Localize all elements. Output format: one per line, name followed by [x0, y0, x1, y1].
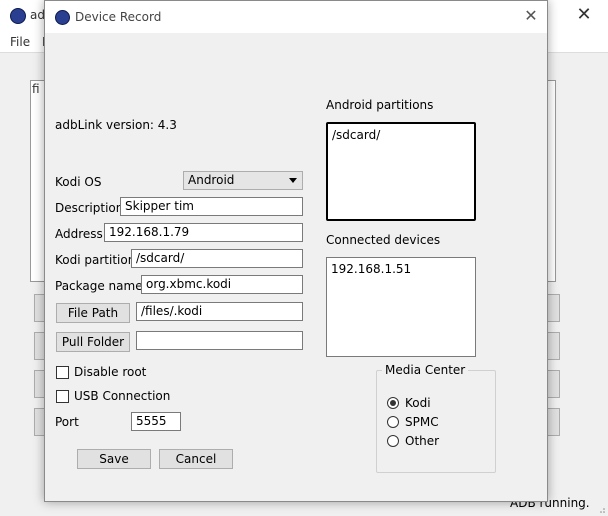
kodi-partition-field[interactable]: /sdcard/ [131, 249, 303, 268]
save-button[interactable]: Save [77, 449, 151, 469]
dialog-app-icon [55, 10, 70, 25]
file-path-field[interactable]: /files/.kodi [136, 302, 303, 321]
dialog-close-icon[interactable]: ✕ [521, 6, 541, 26]
description-label: Description [55, 201, 124, 215]
pull-folder-field[interactable] [136, 331, 303, 350]
menu-file[interactable]: File [10, 35, 30, 49]
dialog-title: Device Record [75, 10, 162, 24]
list-item[interactable]: /sdcard/ [332, 127, 470, 143]
media-center-option-spmc: SPMC [405, 415, 439, 429]
address-field[interactable]: 192.168.1.79 [104, 223, 303, 242]
pull-folder-button[interactable]: Pull Folder [56, 332, 130, 352]
usb-connection-label: USB Connection [74, 389, 171, 403]
android-partitions-list[interactable]: /sdcard/ [326, 122, 476, 221]
kodi-os-value: Android [188, 173, 235, 187]
media-center-option-other: Other [405, 434, 440, 448]
connected-devices-list[interactable]: 192.168.1.51 [326, 257, 476, 357]
connected-devices-label: Connected devices [326, 233, 441, 247]
port-label: Port [55, 415, 79, 429]
media-center-label: Media Center [382, 363, 469, 377]
usb-connection-checkbox[interactable] [56, 390, 69, 403]
description-field[interactable]: Skipper tim [120, 197, 303, 216]
port-field[interactable]: 5555 [131, 412, 181, 431]
main-button[interactable] [546, 294, 560, 322]
media-center-radio-other[interactable] [387, 435, 399, 447]
address-label: Address [55, 227, 103, 241]
version-label: adbLink version: 4.3 [55, 118, 177, 132]
package-name-label: Package name [55, 279, 143, 293]
chevron-down-icon [289, 178, 297, 183]
dialog-titlebar: Device Record ✕ [45, 1, 547, 33]
disable-root-checkbox[interactable] [56, 366, 69, 379]
main-close-icon[interactable]: ✕ [574, 4, 594, 26]
kodi-os-select[interactable]: Android [183, 171, 303, 190]
media-center-radio-spmc[interactable] [387, 416, 399, 428]
main-button[interactable] [546, 408, 560, 436]
cancel-button[interactable]: Cancel [159, 449, 233, 469]
kodi-partition-label: Kodi partition [55, 253, 136, 267]
media-center-radio-kodi[interactable] [387, 397, 399, 409]
app-icon [10, 8, 26, 24]
main-button[interactable] [546, 332, 560, 360]
kodi-os-label: Kodi OS [55, 175, 102, 189]
android-partitions-label: Android partitions [326, 98, 434, 112]
file-path-button[interactable]: File Path [56, 303, 130, 323]
resize-grip-icon[interactable] [596, 506, 606, 514]
main-title: ad [30, 8, 45, 22]
device-record-dialog: Device Record ✕ adbLink version: 4.3 Kod… [44, 0, 548, 502]
list-item[interactable]: 192.168.1.51 [331, 261, 471, 277]
main-table-header: fi [32, 82, 40, 96]
disable-root-label: Disable root [74, 365, 147, 379]
media-center-option-kodi: Kodi [405, 396, 431, 410]
package-name-field[interactable]: org.xbmc.kodi [141, 275, 303, 294]
main-button[interactable] [546, 370, 560, 398]
